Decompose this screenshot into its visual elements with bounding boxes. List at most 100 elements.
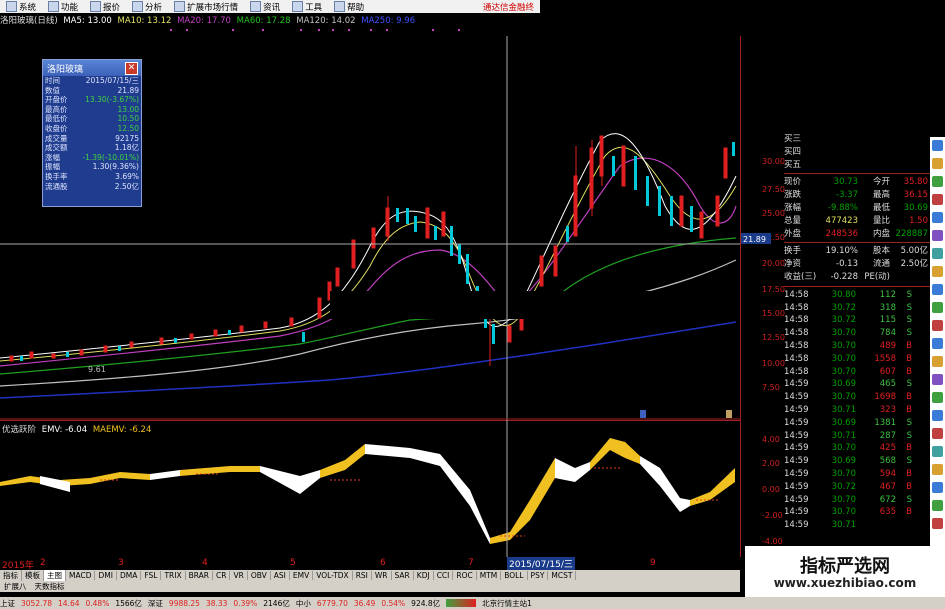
tab-indicator[interactable]: 指标 (0, 570, 22, 581)
sh-change: 14.64 (58, 598, 80, 608)
tab-indicator[interactable]: EMV (290, 571, 314, 580)
tab-indicator[interactable]: SAR (392, 571, 414, 580)
ma-signal-dots (170, 29, 460, 31)
toolbar-icon[interactable] (932, 428, 943, 439)
toolbar-icon[interactable] (932, 302, 943, 313)
indicator-chart[interactable] (0, 420, 740, 557)
tab-days-indicator[interactable]: 天数指标 (31, 581, 69, 592)
popup-row: 换手率 3.69% (45, 171, 139, 181)
sh-index: 3052.78 (21, 598, 53, 608)
tab-indicator[interactable]: DMI (95, 571, 117, 580)
indicator-axis-label: 0.00 (762, 485, 780, 494)
tab-indicator[interactable]: TRIX (161, 571, 186, 580)
zx-change: 36.49 (353, 598, 376, 608)
tab-indicator[interactable]: RSI (353, 571, 372, 580)
tick-row: 14:58 30.70 1558 B (784, 353, 912, 364)
zx-percent: 0.54% (381, 598, 406, 608)
server-name[interactable]: 北京行情主站1 (482, 598, 532, 609)
toolbar-icon[interactable] (932, 158, 943, 169)
tab-indicator[interactable]: OBV (248, 571, 271, 580)
tab-indicator[interactable]: 主图 (44, 570, 66, 581)
toolbar-icon[interactable] (932, 410, 943, 421)
sz-amount: 2146亿 (263, 598, 290, 608)
menu-news[interactable]: 资讯 (244, 1, 286, 13)
axis-label: 25.00 (762, 209, 785, 218)
popup-table: 时间 2015/07/15/三 数值 21.89 开盘价 13.30(-3.67%) … (43, 76, 141, 191)
tab-indicator[interactable]: KDJ (414, 571, 434, 580)
emv-value: EMV: -6.04 (41, 425, 88, 435)
indicator-tabs: 指标 模板 主图 MACD DMI DMA FSL TRIX BRAR CR VR OBV ASI EMV… (0, 570, 740, 581)
axis-label: 15.00 (762, 309, 785, 318)
ma5-value: MA5: 13.00 (63, 16, 112, 26)
popup-row: 最高价 13.00 (45, 104, 139, 114)
toolbar-icon[interactable] (932, 194, 943, 205)
menu-extended-market[interactable]: 扩展市场行情 (168, 1, 244, 13)
tab-indicator[interactable]: BOLL (501, 571, 528, 580)
tick-row: 14:59 30.69 568 S (784, 456, 912, 467)
tab-indicator[interactable]: DMA (117, 571, 142, 580)
tick-row: 14:58 30.70 784 S (784, 328, 912, 339)
toolbar-icon[interactable] (932, 230, 943, 241)
tab-indicator[interactable]: PSY (528, 571, 549, 580)
popup-row: 涨幅 -1.39(-10.01%) (45, 152, 139, 162)
toolbar-icon[interactable] (932, 284, 943, 295)
price-axis: 30.00 27.50 25.00 22.50 20.00 17.50 15.0… (740, 36, 785, 557)
toolbar-icon[interactable] (932, 392, 943, 403)
sz-change: 38.33 (205, 598, 228, 608)
tab-indicator[interactable]: MCST (548, 571, 577, 580)
toolbar-icon[interactable] (932, 176, 943, 187)
menu-system[interactable]: 系统 (0, 1, 42, 13)
toolbar-icon[interactable] (932, 464, 943, 475)
toolbar-icon[interactable] (932, 482, 943, 493)
popup-row: 成交额 1.18亿 (45, 143, 139, 153)
tab-indicator[interactable]: CCI (434, 571, 454, 580)
toolbar-icon[interactable] (932, 374, 943, 385)
tab-indicator[interactable]: MACD (66, 571, 96, 580)
tab-indicator[interactable]: WR (372, 571, 392, 580)
toolbar-icon[interactable] (932, 338, 943, 349)
function-icon (48, 1, 60, 12)
toolbar-icon[interactable] (932, 446, 943, 457)
tab-indicator[interactable]: VR (230, 571, 248, 580)
tab-indicator[interactable]: CR (213, 571, 231, 580)
quote-panel: 买三 买四 买五 现价 30.73 今开 35.80 涨跌 -3.37 最高 36.15 涨… (784, 133, 930, 573)
indicator-name: 优选跃阶 (2, 425, 37, 435)
tab-indicator[interactable]: VOL-TDX (313, 571, 353, 580)
menu-analysis[interactable]: 分析 (126, 1, 168, 13)
status-bar: 上证 3052.78 14.64 0.48% 1566亿 深证 9988.25 … (0, 597, 945, 609)
tick-row: 14:59 30.69 465 S (784, 379, 912, 390)
toolbar-icon[interactable] (932, 140, 943, 151)
menu-function[interactable]: 功能 (42, 1, 84, 13)
quote-icon (90, 1, 102, 12)
toolbar-icon[interactable] (932, 266, 943, 277)
ma120-value: MA120: 14.02 (296, 16, 356, 26)
tick-row: 14:59 30.70 594 B (784, 468, 912, 479)
toolbar-icon[interactable] (932, 212, 943, 223)
toolbar-icon[interactable] (932, 356, 943, 367)
tab-indicator[interactable]: FSL (141, 571, 162, 580)
toolbar-icon[interactable] (932, 500, 943, 511)
help-icon (334, 1, 346, 12)
promo-link[interactable]: 通达信金融终 (483, 1, 534, 13)
popup-row: 振幅 1.30(9.36%) (45, 162, 139, 172)
tab-indicator[interactable]: BRAR (186, 571, 214, 580)
tick-row: 14:58 30.80 112 S (784, 289, 912, 300)
tick-row: 14:59 30.71 287 S (784, 430, 912, 441)
zx-amount: 924.8亿 (411, 598, 441, 608)
toolbar-icon[interactable] (932, 320, 943, 331)
tick-row: 14:59 30.71 323 B (784, 404, 912, 415)
menu-help[interactable]: 帮助 (328, 1, 370, 13)
tab-indicator[interactable]: 模板 (22, 570, 44, 581)
tab-indicator[interactable]: ROC (453, 571, 477, 580)
chart-title: 洛阳玻璃(日线) MA5: 13.00 MA10: 13.12 MA20: 17… (0, 14, 740, 26)
menu-quote[interactable]: 报价 (84, 1, 126, 13)
tab-extension[interactable]: 扩展八 (0, 581, 31, 592)
toolbar-icon[interactable] (932, 518, 943, 529)
sz-percent: 0.39% (233, 598, 258, 608)
tab-indicator[interactable]: ASI (271, 571, 290, 580)
toolbar-icon[interactable] (932, 248, 943, 259)
tick-row: 14:59 30.70 1698 B (784, 392, 912, 403)
close-icon[interactable]: ✕ (125, 62, 138, 75)
tab-indicator[interactable]: MTM (477, 571, 502, 580)
menu-tools[interactable]: 工具 (286, 1, 328, 13)
